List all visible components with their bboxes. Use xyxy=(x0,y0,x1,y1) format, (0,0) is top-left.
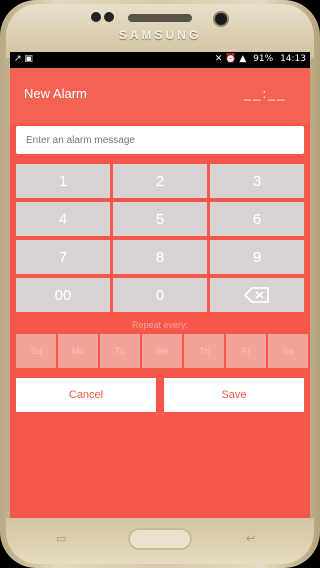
front-camera xyxy=(215,13,227,25)
phone-frame: SAMSUNG ↗ ▣ ✕ ⏰ ▲ 91% 14:13 New Alarm __… xyxy=(0,0,320,568)
clock: 14:13 xyxy=(280,54,306,64)
key-0[interactable]: 0 xyxy=(113,278,207,312)
earpiece-speaker xyxy=(128,14,192,22)
page-title: New Alarm xyxy=(24,86,87,101)
home-button[interactable] xyxy=(128,528,192,550)
day-sunday[interactable]: Su xyxy=(16,334,56,368)
backspace-icon xyxy=(244,287,269,303)
status-icons: ✕ ⏰ ▲ xyxy=(214,54,247,64)
recent-apps-icon[interactable]: ▭ xyxy=(56,532,66,545)
day-saturday[interactable]: Sa xyxy=(268,334,308,368)
status-bar: ↗ ▣ ✕ ⏰ ▲ 91% 14:13 xyxy=(10,52,310,68)
status-right: ✕ ⏰ ▲ 91% 14:13 xyxy=(211,54,306,64)
app-screen: ↗ ▣ ✕ ⏰ ▲ 91% 14:13 New Alarm __:__ 1 2 … xyxy=(10,52,310,518)
message-field[interactable] xyxy=(16,126,304,154)
status-left-icons: ↗ ▣ xyxy=(14,54,33,64)
sensor-dot xyxy=(104,12,114,22)
day-thursday[interactable]: Th xyxy=(184,334,224,368)
repeat-label: Repeat every: xyxy=(131,320,189,330)
battery-level: 91% xyxy=(253,54,274,64)
day-monday[interactable]: Mo xyxy=(58,334,98,368)
sensor-dot xyxy=(91,12,101,22)
alarm-message-input[interactable] xyxy=(24,126,298,154)
back-icon[interactable]: ↩ xyxy=(246,532,255,545)
key-3[interactable]: 3 xyxy=(210,164,304,198)
key-1[interactable]: 1 xyxy=(16,164,110,198)
key-5[interactable]: 5 xyxy=(113,202,207,236)
key-8[interactable]: 8 xyxy=(113,240,207,274)
app-bar: New Alarm __:__ xyxy=(10,68,310,124)
key-7[interactable]: 7 xyxy=(16,240,110,274)
cancel-button[interactable]: Cancel xyxy=(16,378,156,412)
key-9[interactable]: 9 xyxy=(210,240,304,274)
day-wednesday[interactable]: We xyxy=(142,334,182,368)
day-tuesday[interactable]: Tu xyxy=(100,334,140,368)
key-2[interactable]: 2 xyxy=(113,164,207,198)
save-button[interactable]: Save xyxy=(164,378,304,412)
day-friday[interactable]: Fr xyxy=(226,334,266,368)
key-00[interactable]: 00 xyxy=(16,278,110,312)
backspace-button[interactable] xyxy=(210,278,304,312)
brand-logo: SAMSUNG xyxy=(118,28,202,42)
key-6[interactable]: 6 xyxy=(210,202,304,236)
alarm-time-display[interactable]: __:__ xyxy=(244,86,287,101)
key-4[interactable]: 4 xyxy=(16,202,110,236)
